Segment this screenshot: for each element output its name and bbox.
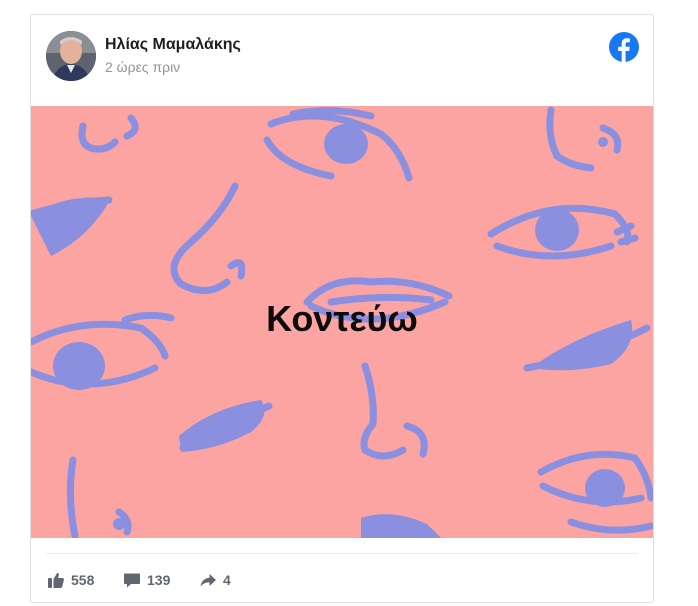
share-count-button[interactable]: 4 xyxy=(199,570,231,590)
share-arrow-icon xyxy=(200,574,216,587)
comment-count: 139 xyxy=(147,572,171,588)
post-header: Ηλίας Μαμαλάκης 2 ώρες πριν xyxy=(31,15,653,107)
author-name[interactable]: Ηλίας Μαμαλάκης xyxy=(105,36,241,54)
post-card: Ηλίας Μαμαλάκης 2 ώρες πριν Κοντεύω 558 … xyxy=(30,14,654,603)
image-caption: Κοντεύω xyxy=(266,298,418,339)
avatar[interactable] xyxy=(46,31,96,81)
share-count: 4 xyxy=(223,572,231,588)
like-count-button[interactable]: 558 xyxy=(47,570,94,590)
comment-count-button[interactable]: 139 xyxy=(123,570,170,590)
post-timestamp[interactable]: 2 ώρες πριν xyxy=(105,59,180,75)
footer-divider xyxy=(46,553,638,554)
like-count: 558 xyxy=(71,572,95,588)
thumbs-up-icon xyxy=(48,573,64,588)
post-footer: 558 139 4 xyxy=(31,538,653,602)
avatar-image xyxy=(46,31,96,81)
comment-icon xyxy=(124,573,140,588)
post-image[interactable]: Κοντεύω xyxy=(31,106,653,538)
facebook-icon[interactable] xyxy=(609,32,639,62)
